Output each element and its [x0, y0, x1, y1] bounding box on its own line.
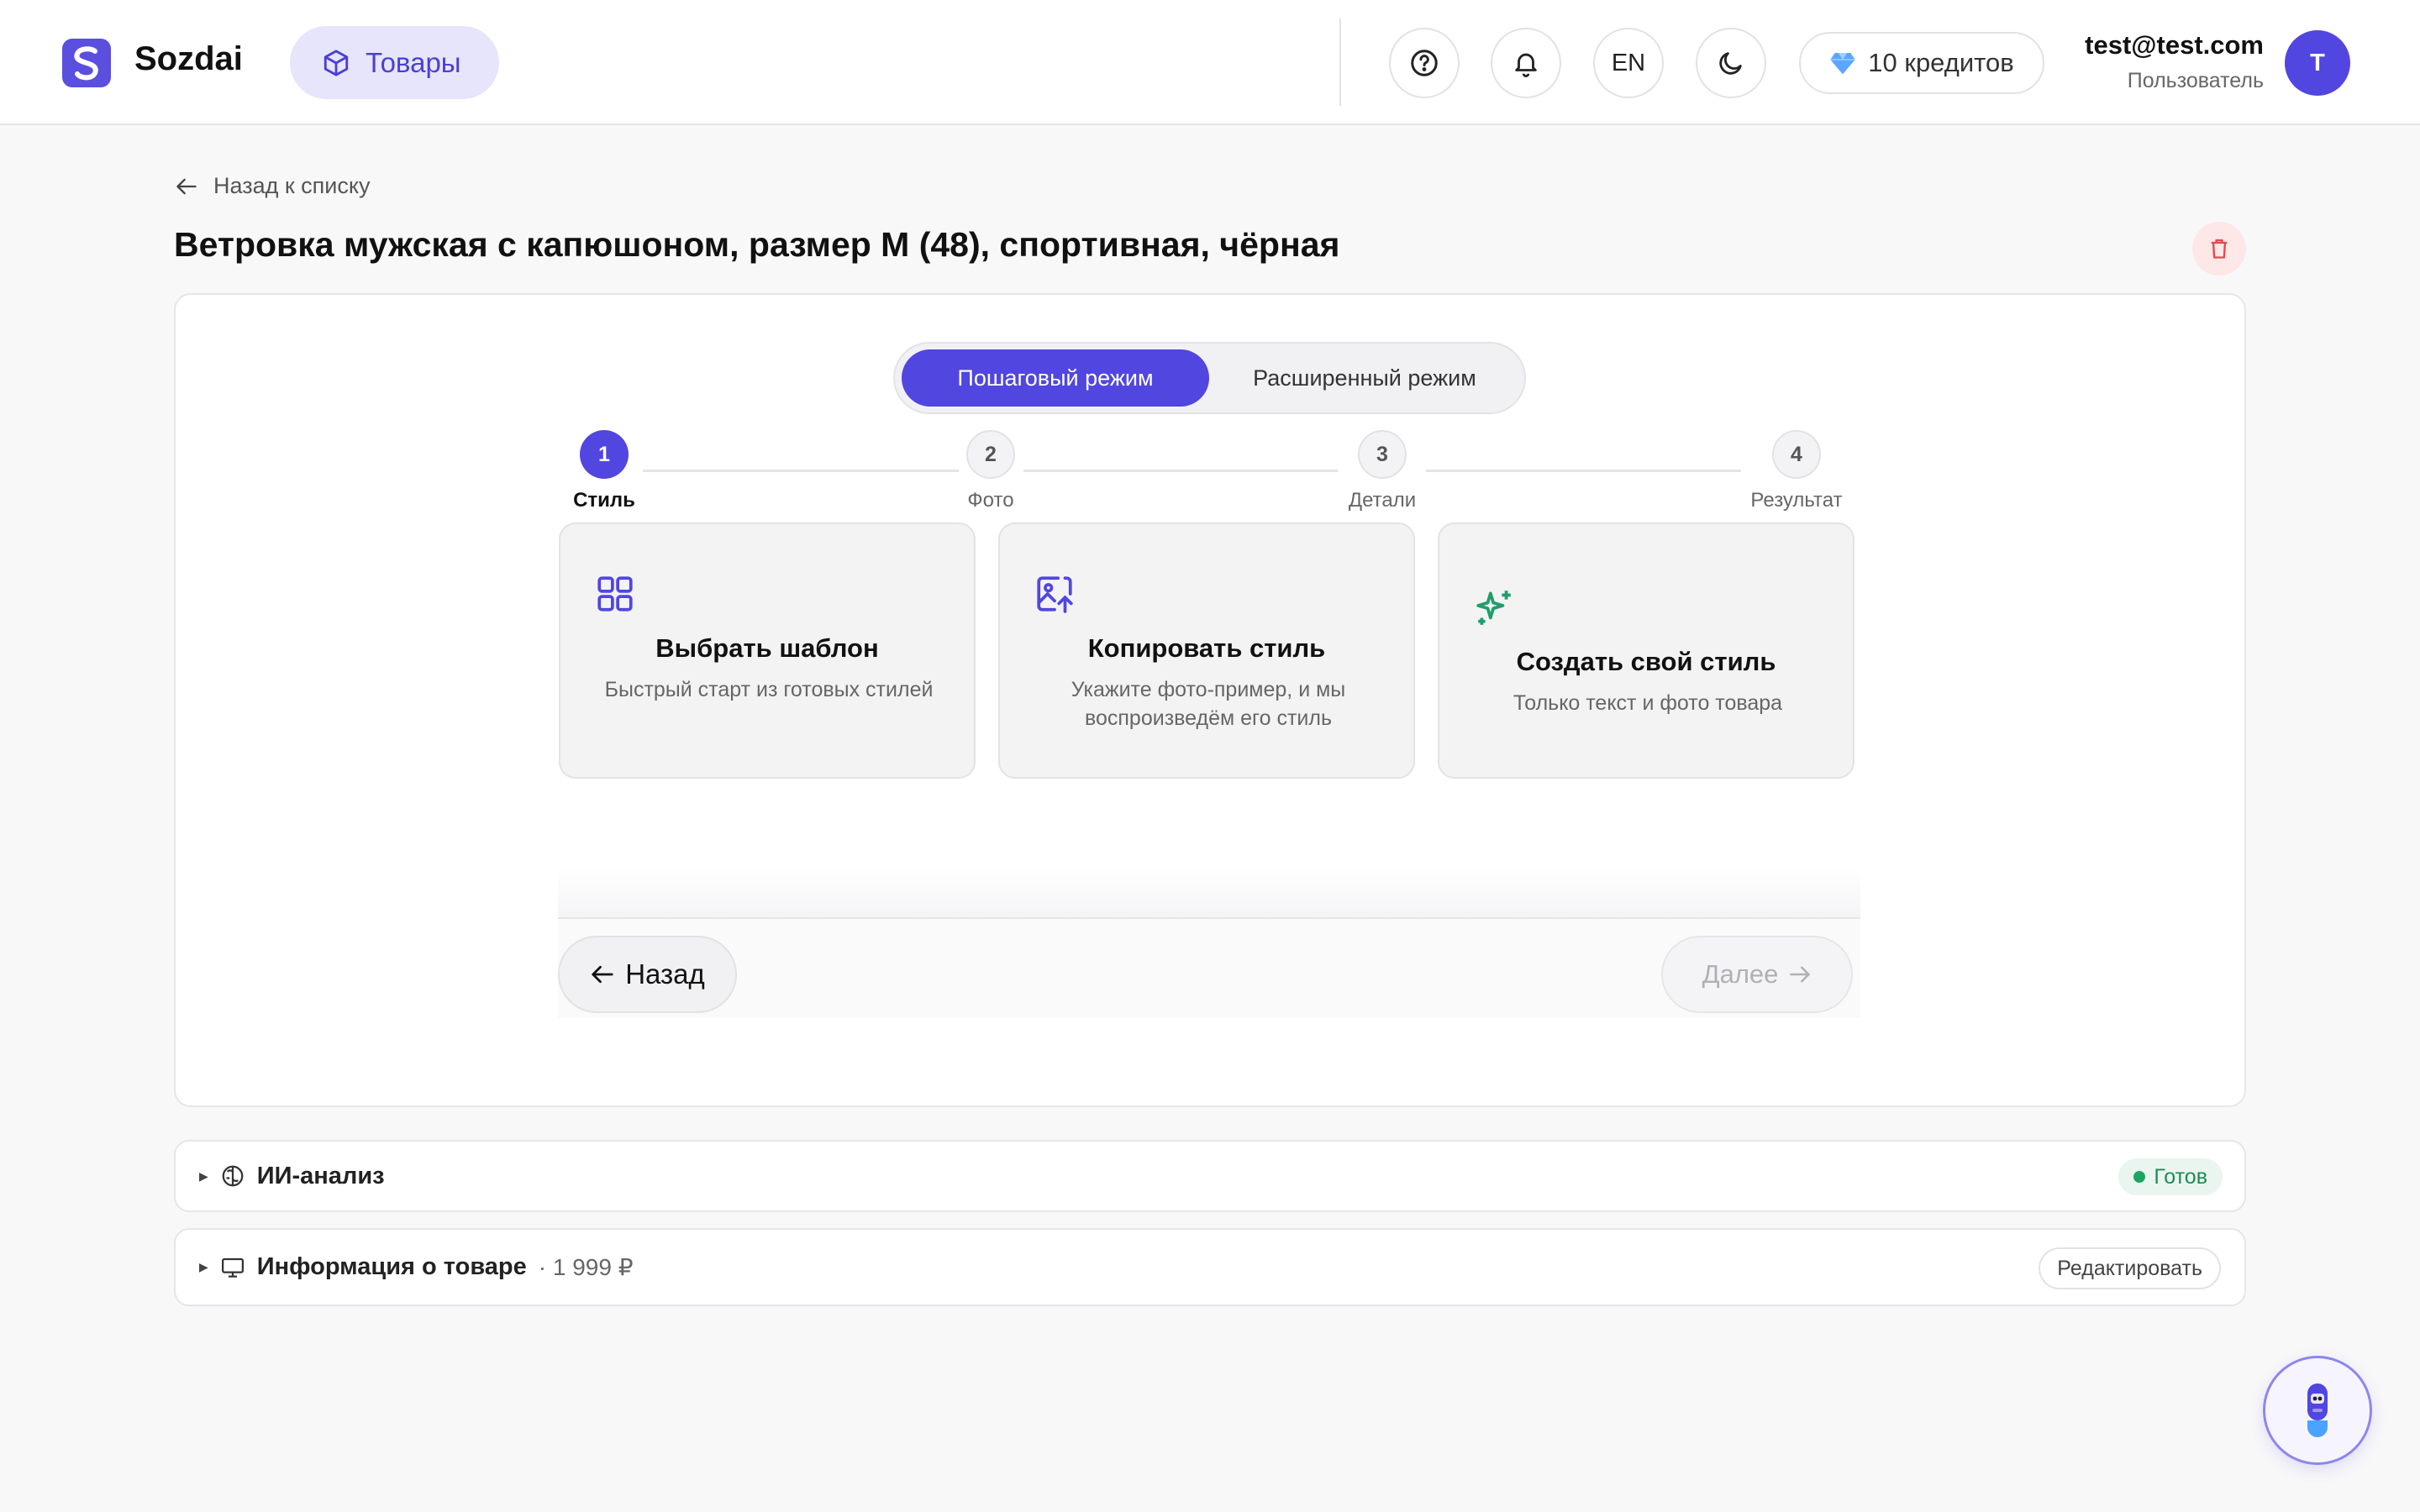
top-header: Sozdai Товары EN 10 кредитов test@test.c… [0, 0, 2420, 125]
back-button[interactable]: Назад [558, 936, 737, 1013]
product-price: · 1 999 ₽ [538, 1254, 634, 1280]
step-connector [643, 470, 959, 472]
box-icon [324, 49, 349, 76]
caret-right-icon: ▶ [199, 1168, 208, 1183]
option-title: Создать свой стиль [1516, 647, 1776, 676]
nav-item-label: Товары [366, 46, 461, 78]
user-role: Пользователь [2127, 69, 2264, 92]
brain-icon [222, 1165, 244, 1187]
language-button[interactable]: EN [1593, 28, 1664, 98]
caret-right-icon: ▶ [199, 1260, 208, 1273]
status-badge: Готов [2118, 1158, 2223, 1195]
option-description: Укажите фото-пример, и мы воспроизведём … [1071, 678, 1346, 730]
arrow-right-icon [1790, 966, 1811, 983]
back-button-label: Назад [625, 958, 705, 990]
step-3-indicator[interactable]: 3 [1358, 430, 1407, 479]
help-icon [1411, 50, 1438, 76]
arrow-left-icon [592, 965, 613, 984]
status-label: Готов [2154, 1164, 2207, 1189]
status-dot [2133, 1171, 2146, 1183]
brand-name[interactable]: Sozdai [134, 40, 243, 78]
step-connector [1023, 470, 1338, 472]
bell-icon [1515, 53, 1537, 77]
option-title: Выбрать шаблон [655, 633, 879, 663]
option-description: Быстрый старт из готовых стилей [604, 678, 934, 701]
diamond-icon [1830, 53, 1855, 75]
assistant-fab-button[interactable] [2263, 1356, 2372, 1465]
option-title: Копировать стиль [1087, 633, 1326, 663]
step-2-label: Фото [967, 489, 1014, 512]
next-button[interactable]: Далее [1661, 936, 1853, 1013]
advanced-mode-tab[interactable]: Расширенный режим [1209, 349, 1520, 407]
robot-mascot-icon [2307, 1383, 2328, 1437]
trash-icon [2211, 239, 2228, 259]
back-to-list-link[interactable]: Назад к списку [175, 173, 371, 199]
grid-icon [597, 576, 633, 612]
user-email: test@test.com [2085, 30, 2264, 60]
credits-button[interactable]: 10 кредитов [1799, 32, 2044, 94]
nav-item-products[interactable]: Товары [290, 26, 499, 99]
theme-toggle-button[interactable] [1696, 28, 1766, 98]
section-header: ▶ ИИ-анализ [176, 1142, 385, 1210]
logo-icon[interactable] [62, 39, 111, 87]
step-4-indicator[interactable]: 4 [1772, 430, 1821, 479]
ai-analysis-section[interactable]: ▶ ИИ-анализ Готов [174, 1140, 2246, 1212]
credits-label: 10 кредитов [1868, 48, 2014, 77]
create-style-card[interactable]: Создать свой стиль Только текст и фото т… [1438, 522, 1854, 779]
header-divider [1339, 18, 1341, 106]
back-to-list-label: Назад к списку [213, 173, 371, 198]
avatar[interactable]: T [2285, 30, 2350, 96]
notifications-button[interactable] [1491, 28, 1561, 98]
monitor-icon [221, 1257, 244, 1278]
choose-template-card[interactable]: Выбрать шаблон Быстрый старт из готовых … [559, 522, 976, 779]
option-description: Только текст и фото товара [1512, 691, 1783, 715]
arrow-left-icon [176, 178, 197, 194]
page-title: Ветровка мужская с капюшоном, размер М (… [174, 225, 1340, 264]
copy-style-card[interactable]: Копировать стиль Укажите фото-пример, и … [998, 522, 1415, 779]
step-2-indicator[interactable]: 2 [966, 430, 1015, 479]
footer-fade [558, 869, 1860, 917]
section-header: ▶ Информация о товаре · 1 999 ₽ [176, 1230, 634, 1305]
step-1-label: Стиль [573, 489, 635, 512]
product-info-section[interactable]: ▶ Информация о товаре · 1 999 ₽ Редактир… [174, 1228, 2246, 1306]
step-1-indicator[interactable]: 1 [580, 430, 629, 479]
help-button[interactable] [1389, 28, 1460, 98]
delete-button[interactable] [2192, 222, 2246, 276]
step-4-label: Результат [1750, 489, 1843, 512]
language-label: EN [1611, 49, 1646, 76]
section-title: ИИ-анализ [256, 1162, 385, 1189]
image-upload-icon [1037, 576, 1073, 613]
moon-icon [1719, 52, 1742, 75]
section-title: Информация о товаре [256, 1253, 527, 1280]
step-mode-tab[interactable]: Пошаговый режим [902, 349, 1209, 407]
sparkles-icon [1476, 591, 1511, 625]
step-3-label: Детали [1348, 489, 1417, 512]
step-connector [1426, 470, 1741, 472]
next-button-label: Далее [1702, 959, 1779, 989]
edit-button[interactable]: Редактировать [2039, 1247, 2221, 1289]
